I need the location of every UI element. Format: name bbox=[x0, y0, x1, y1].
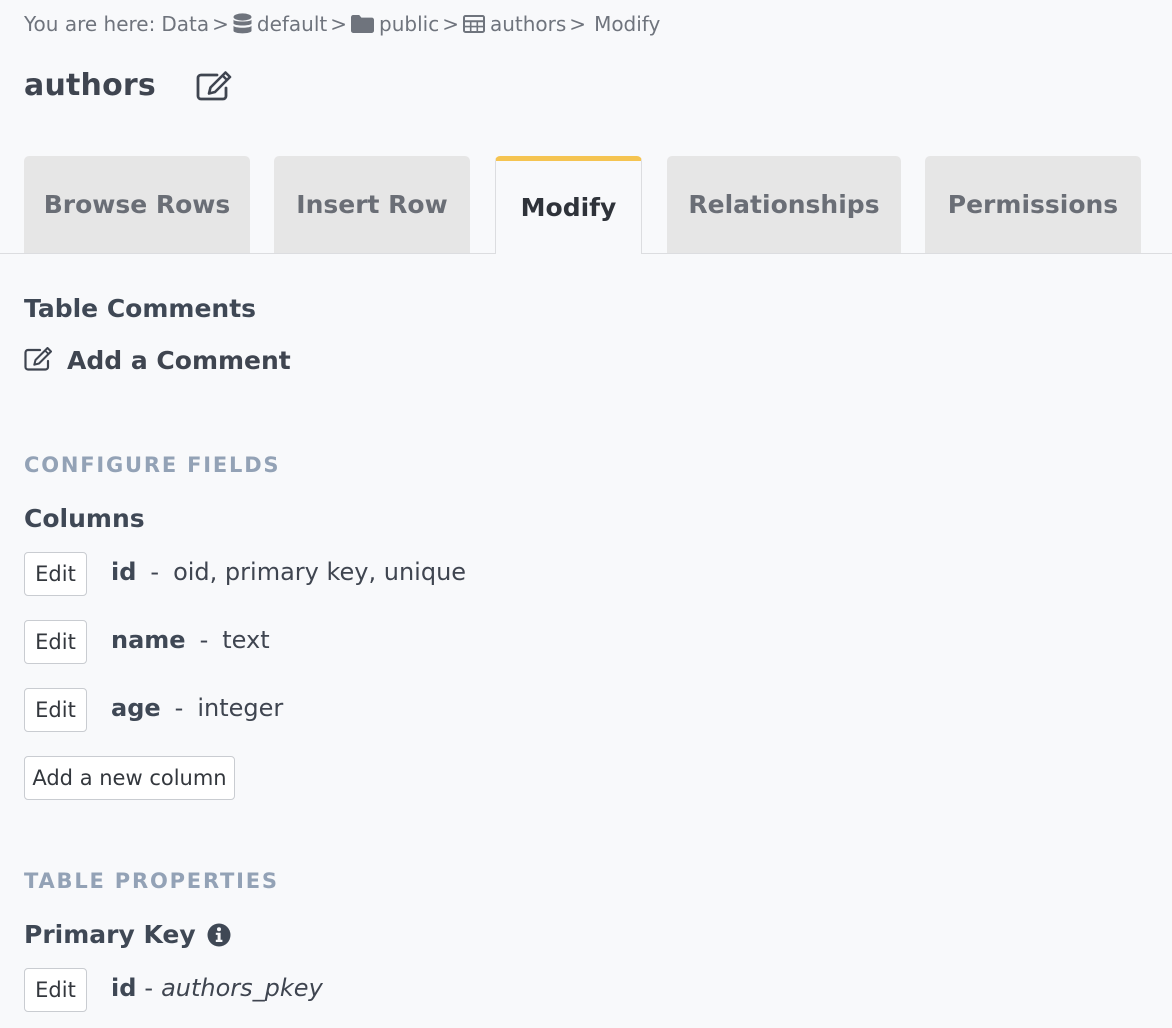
column-dash: - bbox=[150, 558, 160, 586]
folder-icon bbox=[351, 15, 375, 33]
column-dash: - bbox=[199, 626, 209, 654]
breadcrumb-separator: > bbox=[442, 12, 459, 36]
edit-comment-icon bbox=[24, 346, 52, 375]
column-row-name: name - text bbox=[111, 626, 270, 654]
table-icon bbox=[462, 15, 485, 33]
columns-heading: Columns bbox=[24, 504, 145, 533]
primary-key-heading-row: Primary Key bbox=[24, 920, 231, 949]
tab-permissions[interactable]: Permissions bbox=[925, 156, 1141, 253]
edit-table-name-icon[interactable] bbox=[196, 70, 232, 101]
edit-column-id-button[interactable]: Edit bbox=[24, 552, 87, 596]
tab-modify[interactable]: Modify bbox=[495, 156, 642, 254]
database-icon bbox=[233, 13, 252, 35]
column-type: text bbox=[222, 626, 270, 654]
tab-browse-rows[interactable]: Browse Rows bbox=[24, 156, 250, 253]
breadcrumb: You are here: Data > default > public > bbox=[24, 12, 660, 36]
primary-key-constraint-name: authors_pkey bbox=[161, 974, 323, 1002]
breadcrumb-separator: > bbox=[212, 12, 229, 36]
breadcrumb-item-label: public bbox=[379, 12, 440, 36]
breadcrumb-item-label: default bbox=[256, 12, 328, 36]
breadcrumb-separator: > bbox=[569, 12, 587, 36]
column-dash: - bbox=[174, 694, 184, 722]
primary-key-heading: Primary Key bbox=[24, 920, 196, 949]
column-row-age: age - integer bbox=[111, 694, 283, 722]
column-name: age bbox=[111, 694, 161, 722]
column-row-id: id - oid, primary key, unique bbox=[111, 558, 466, 586]
tab-relationships[interactable]: Relationships bbox=[667, 156, 901, 253]
breadcrumb-prefix: You are here: bbox=[24, 12, 156, 36]
tab-bar: Browse Rows Insert Row Modify Relationsh… bbox=[0, 156, 1172, 254]
edit-column-age-button[interactable]: Edit bbox=[24, 688, 87, 732]
primary-key-dash: - bbox=[144, 974, 154, 1002]
breadcrumb-item-public[interactable]: public bbox=[351, 12, 439, 36]
primary-key-column: id bbox=[111, 974, 137, 1002]
add-comment-button[interactable]: Add a Comment bbox=[24, 346, 291, 375]
column-name: name bbox=[111, 626, 186, 654]
info-icon[interactable] bbox=[207, 923, 231, 947]
edit-primary-key-button[interactable]: Edit bbox=[24, 968, 87, 1012]
edit-column-name-button[interactable]: Edit bbox=[24, 620, 87, 664]
primary-key-row: id - authors_pkey bbox=[111, 974, 323, 1002]
column-type: integer bbox=[197, 694, 284, 722]
breadcrumb-item-authors[interactable]: authors bbox=[462, 12, 567, 36]
title-row: authors bbox=[24, 68, 232, 103]
table-properties-label: TABLE PROPERTIES bbox=[24, 869, 279, 893]
tab-insert-row[interactable]: Insert Row bbox=[274, 156, 470, 253]
add-comment-label: Add a Comment bbox=[67, 346, 291, 375]
breadcrumb-separator: > bbox=[330, 12, 348, 36]
column-type: oid, primary key, unique bbox=[173, 558, 467, 586]
column-name: id bbox=[111, 558, 137, 586]
table-comments-heading: Table Comments bbox=[24, 294, 257, 323]
add-new-column-button[interactable]: Add a new column bbox=[24, 756, 235, 800]
breadcrumb-item-modify: Modify bbox=[594, 12, 661, 36]
breadcrumb-item-default[interactable]: default bbox=[233, 12, 327, 36]
breadcrumb-item-label: authors bbox=[489, 12, 567, 36]
breadcrumb-item-data[interactable]: Data bbox=[161, 12, 209, 36]
page-title: authors bbox=[24, 68, 156, 103]
modify-table-page: You are here: Data > default > public > bbox=[0, 0, 1172, 1028]
configure-fields-label: CONFIGURE FIELDS bbox=[24, 453, 281, 477]
